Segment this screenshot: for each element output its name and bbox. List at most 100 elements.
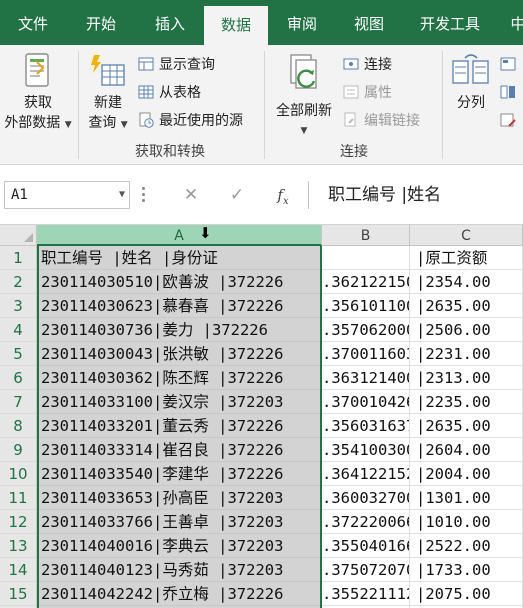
cell-a[interactable]: 230114030043|张洪敏 |372226	[37, 342, 322, 366]
formula-bar-divider	[308, 181, 309, 209]
row-header[interactable]: 13	[0, 534, 37, 558]
insert-function-icon[interactable]: fx	[272, 183, 294, 207]
tab-developer[interactable]: 开发工具	[402, 0, 498, 45]
cell-a[interactable]: 230114030736|姜力 |372226	[37, 318, 322, 342]
tab-insert[interactable]: 插入	[136, 0, 204, 45]
column-header-a[interactable]: ⬇ A	[37, 225, 322, 246]
formula-input[interactable]: 职工编号 |姓名	[312, 181, 523, 209]
cell-c[interactable]: |2313.00	[410, 366, 523, 390]
recent-sources-button[interactable]: 最近使用的源	[138, 110, 243, 132]
cancel-icon[interactable]: ✕	[180, 183, 202, 207]
cell-b[interactable]: .37507207045	[322, 558, 410, 582]
cell-c[interactable]: |2235.00	[410, 390, 523, 414]
cell-a[interactable]: 230114033653|孙高臣 |372203	[37, 486, 322, 510]
row-header[interactable]: 4	[0, 318, 37, 342]
column-header-b[interactable]: B	[322, 225, 410, 246]
flash-fill-button[interactable]	[500, 54, 521, 76]
cell-c[interactable]: |原工资额	[410, 246, 523, 270]
cell-a[interactable]: 230114033540|李建华 |372226	[37, 462, 322, 486]
row-header[interactable]: 15	[0, 582, 37, 606]
formula-bar-grip-icon[interactable]	[142, 187, 146, 203]
cell-c[interactable]: |1733.00	[410, 558, 523, 582]
show-queries-button[interactable]: 显示查询	[138, 54, 215, 76]
tab-file[interactable]: 文件	[0, 0, 66, 45]
cell-a[interactable]: 230114040016|李典云 |372203	[37, 534, 322, 558]
cell-a[interactable]: 230114033100|姜汉宗 |372203	[37, 390, 322, 414]
cell-c[interactable]: |2231.00	[410, 342, 523, 366]
cell-b[interactable]: .35522111212	[322, 582, 410, 606]
cell-c[interactable]: |2635.00	[410, 414, 523, 438]
row-header[interactable]: 14	[0, 558, 37, 582]
row-header[interactable]: 10	[0, 462, 37, 486]
cell-a[interactable]: 230114030510|欧善波 |372226	[37, 270, 322, 294]
chevron-down-icon[interactable]: ▼	[119, 182, 125, 208]
properties-button[interactable]: 属性	[343, 82, 392, 104]
flash-fill-icon	[500, 56, 516, 72]
cell-c[interactable]: |2354.00	[410, 270, 523, 294]
tab-more[interactable]: 中	[498, 0, 523, 45]
cell-a[interactable]: 230114033314|崔召良 |372226	[37, 438, 322, 462]
cell-c[interactable]: |2635.00	[410, 294, 523, 318]
split-columns-button[interactable]: 分列	[448, 53, 494, 113]
cell-a[interactable]: 230114033766|王善卓 |372203	[37, 510, 322, 534]
cell-c[interactable]: |2506.00	[410, 318, 523, 342]
cell-a[interactable]: 230114040123|马秀茹 |372203	[37, 558, 322, 582]
remove-duplicates-button[interactable]	[500, 82, 521, 104]
connections-button[interactable]: 连接	[343, 54, 392, 76]
new-query-label-1: 新建	[94, 95, 122, 111]
cell-a[interactable]: 230114030362|陈丕辉 |372226	[37, 366, 322, 390]
column-select-cursor-icon: ⬇	[199, 225, 212, 242]
chevron-down-icon: ▼	[300, 126, 308, 136]
row-header[interactable]: 6	[0, 366, 37, 390]
from-table-button[interactable]: 从表格	[138, 82, 201, 104]
name-box[interactable]: A1 ▼	[4, 181, 130, 209]
cell-a[interactable]: 230114030623|慕春喜 |372226	[37, 294, 322, 318]
column-header-c[interactable]: C	[410, 225, 523, 246]
cell-c[interactable]: |2004.00	[410, 462, 523, 486]
group-title-connections: 连接	[340, 144, 368, 160]
cell-c[interactable]: |2522.00	[410, 534, 523, 558]
cell-b[interactable]: .35410030055	[322, 438, 410, 462]
row-header[interactable]: 8	[0, 414, 37, 438]
refresh-all-button[interactable]: 全部刷新 ▼	[268, 53, 340, 141]
cell-b[interactable]: .35603163717	[322, 414, 410, 438]
cell-b[interactable]: .36003270076	[322, 486, 410, 510]
cell-b[interactable]: .36412215221	[322, 462, 410, 486]
tab-data[interactable]: 数据	[204, 6, 268, 45]
row-header[interactable]: 3	[0, 294, 37, 318]
cell-b[interactable]: .37001160324	[322, 342, 410, 366]
cell-b[interactable]: .37001042614	[322, 390, 410, 414]
worksheet-grid[interactable]: ⬇ A B C 1 职工编号 |姓名 |身份证 |原工资额 2 230114030510…	[0, 225, 523, 608]
data-validation-button[interactable]	[500, 110, 521, 132]
edit-links-button[interactable]: 编辑链接	[343, 110, 420, 132]
cell-b[interactable]	[322, 246, 410, 270]
row-header[interactable]: 9	[0, 438, 37, 462]
cell-c[interactable]: |2604.00	[410, 438, 523, 462]
get-external-data-button[interactable]: 获取 外部数据 ▼	[2, 53, 74, 135]
row-header[interactable]: 2	[0, 270, 37, 294]
row-header[interactable]: 7	[0, 390, 37, 414]
enter-icon[interactable]: ✓	[226, 183, 248, 207]
row-header[interactable]: 5	[0, 342, 37, 366]
cell-a[interactable]: 230114042242|乔立梅 |372226	[37, 582, 322, 606]
select-all-button[interactable]	[0, 225, 37, 246]
cell-b[interactable]: .35610110015	[322, 294, 410, 318]
new-query-button[interactable]: 新建 查询 ▼	[82, 53, 134, 135]
row-header[interactable]: 1	[0, 246, 37, 270]
cell-b[interactable]: .35504016611	[322, 534, 410, 558]
cell-b[interactable]: .36312140017	[322, 366, 410, 390]
tab-view[interactable]: 视图	[336, 0, 402, 45]
tab-home[interactable]: 开始	[66, 0, 136, 45]
tab-review[interactable]: 审阅	[268, 0, 336, 45]
cell-b[interactable]: .37222006633	[322, 510, 410, 534]
from-table-label: 从表格	[159, 85, 201, 101]
cell-c[interactable]: |1010.00	[410, 510, 523, 534]
cell-c[interactable]: |2075.00	[410, 582, 523, 606]
cell-b[interactable]: .36212215013	[322, 270, 410, 294]
cell-a[interactable]: 230114033201|董云秀 |372226	[37, 414, 322, 438]
row-header[interactable]: 11	[0, 486, 37, 510]
cell-a[interactable]: 职工编号 |姓名 |身份证	[37, 246, 322, 270]
cell-c[interactable]: |1301.00	[410, 486, 523, 510]
row-header[interactable]: 12	[0, 510, 37, 534]
cell-b[interactable]: .35706200050	[322, 318, 410, 342]
